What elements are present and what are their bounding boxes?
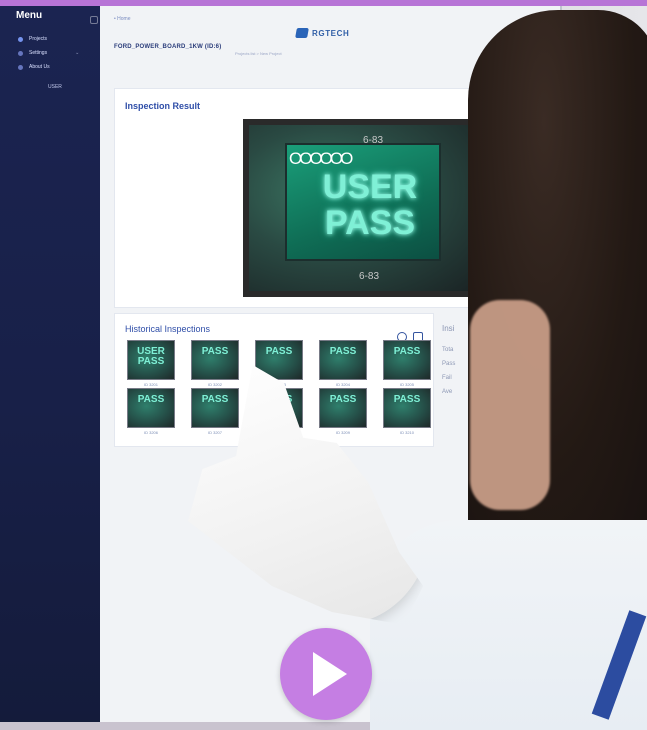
thumb-status: PASS xyxy=(329,346,357,357)
settings-icon xyxy=(18,50,23,56)
sidebar-item-label: Settings xyxy=(29,50,48,56)
historical-inspections-title: Historical Inspections xyxy=(125,324,211,334)
insight-row: Pass xyxy=(442,361,456,367)
person-face xyxy=(470,300,550,510)
thumb-status: PASS xyxy=(201,394,229,405)
inspection-result-image[interactable]: 6-83 OOOOOO USER PASS 6-83 xyxy=(243,119,481,297)
thumb-status: PASS xyxy=(329,394,357,405)
history-thumb[interactable]: PASS xyxy=(127,388,175,428)
thumb-status: PASS xyxy=(137,394,165,405)
sidebar-item-label: Projects xyxy=(29,36,48,42)
brand-name: RGTECH xyxy=(312,28,350,38)
insight-row: Ave xyxy=(442,389,453,395)
info-icon xyxy=(18,64,23,70)
history-thumb[interactable]: USER PASS xyxy=(127,340,175,380)
thumb-caption: ID 3206 xyxy=(143,430,158,435)
breadcrumb-home-label: Home xyxy=(117,16,131,22)
brand-logo: RGTECH xyxy=(295,28,350,38)
inspection-status-label: USER PASS xyxy=(322,168,418,242)
thumb-status: USER PASS xyxy=(137,346,165,367)
history-thumb[interactable]: PASS xyxy=(319,388,367,428)
insight-row: Fail xyxy=(442,375,452,381)
thumb-caption: ID 3207 xyxy=(207,430,222,435)
sidebar-item-label: About Us xyxy=(29,64,50,70)
menu-title: Menu xyxy=(16,10,43,21)
menu-toggle-icon[interactable] xyxy=(90,16,98,24)
history-thumb[interactable]: PASS xyxy=(191,340,239,380)
inspection-result-title: Inspection Result xyxy=(125,101,201,111)
insights-rows: Tota Pass Fail Ave xyxy=(442,343,455,399)
sidebar-item-projects[interactable]: Projects xyxy=(18,34,47,44)
thumb-status: PASS xyxy=(393,394,421,405)
thumb-status: PASS xyxy=(393,346,421,357)
thumb-caption: ID 3210 xyxy=(399,430,414,435)
board-label-bottom: 6-83 xyxy=(359,271,380,282)
breadcrumb[interactable]: Projects list > New Project xyxy=(235,51,282,56)
project-title: FORD_POWER_BOARD_1KW (ID:6) xyxy=(114,44,222,50)
insights-title: Insi xyxy=(442,324,455,333)
history-thumb[interactable]: PASS xyxy=(383,388,431,428)
user-label: USER xyxy=(48,84,62,90)
thumb-caption: ID 3201 xyxy=(143,382,158,387)
history-thumb[interactable]: PASS xyxy=(191,388,239,428)
breadcrumb-home[interactable]: • Home xyxy=(114,16,130,22)
thumb-caption: ID 3209 xyxy=(335,430,350,435)
play-button[interactable] xyxy=(280,628,372,720)
thumb-caption: ID 3205 xyxy=(399,382,414,387)
sidebar: Menu Projects Settings ⌄ About Us USER xyxy=(0,6,100,722)
insights-panel: Insi Tota Pass Fail Ave xyxy=(442,324,455,399)
thumb-caption: ID 3204 xyxy=(335,382,350,387)
sidebar-item-settings[interactable]: Settings ⌄ xyxy=(18,48,79,58)
thumb-caption: ID 3202 xyxy=(207,382,222,387)
insight-row: Tota xyxy=(442,347,454,353)
brand-mark-icon xyxy=(295,28,309,38)
board-rings: OOOOOO xyxy=(289,149,353,168)
thumb-status: PASS xyxy=(265,346,293,357)
chevron-down-icon: ⌄ xyxy=(75,50,80,56)
history-thumb[interactable]: PASS xyxy=(383,340,431,380)
history-thumb[interactable]: PASS xyxy=(319,340,367,380)
sidebar-item-about[interactable]: About Us xyxy=(18,62,50,72)
play-icon xyxy=(313,652,347,696)
thumb-status: PASS xyxy=(201,346,229,357)
projects-icon xyxy=(18,36,23,42)
